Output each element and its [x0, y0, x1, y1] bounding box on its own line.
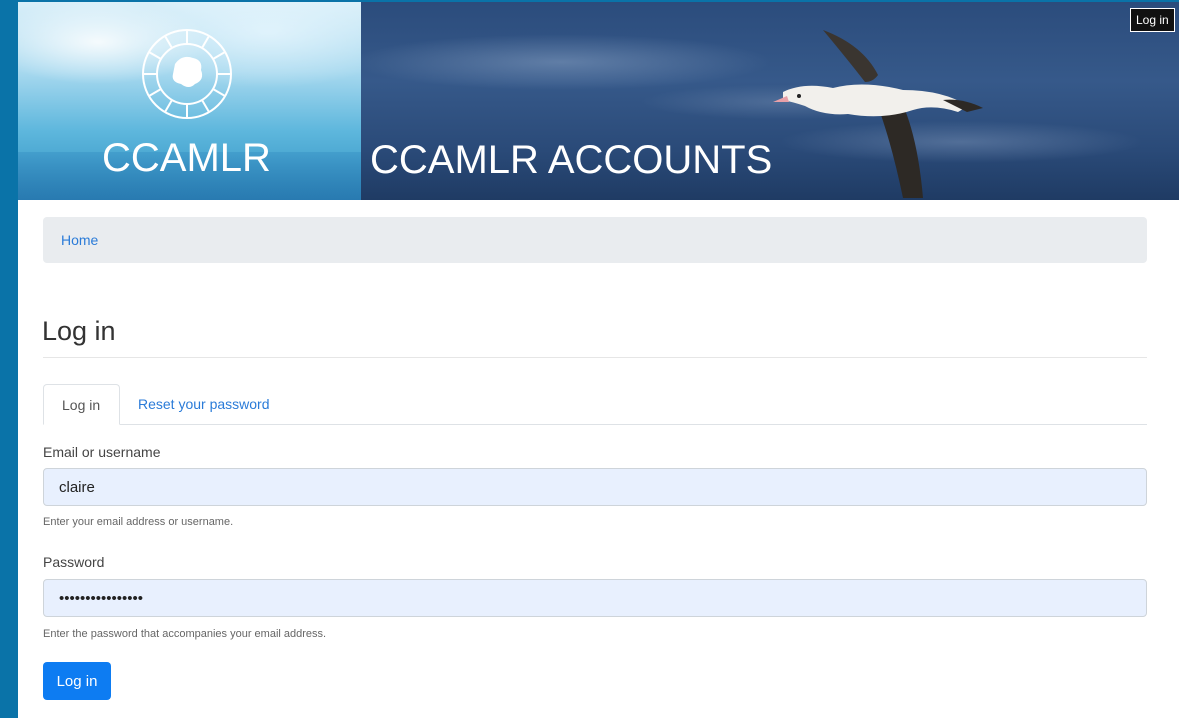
page: CCAMLR CCAMLR ACCOUNTS Log in Home Log i…	[18, 2, 1179, 718]
header-login-button[interactable]: Log in	[1130, 8, 1175, 32]
page-title: Log in	[42, 316, 116, 346]
username-input[interactable]	[43, 468, 1147, 506]
username-label: Email or username	[43, 444, 161, 460]
ccamlr-logo-icon	[142, 29, 232, 119]
tab-reset-password[interactable]: Reset your password	[120, 384, 288, 424]
header-banner: CCAMLR CCAMLR ACCOUNTS Log in	[18, 2, 1179, 200]
tab-log-in[interactable]: Log in	[43, 384, 120, 425]
breadcrumb-home-link[interactable]: Home	[61, 232, 98, 248]
username-help-text: Enter your email address or username.	[43, 516, 234, 528]
tab-bar: Log in Reset your password	[43, 384, 1147, 425]
login-submit-button[interactable]: Log in	[43, 662, 111, 700]
password-input[interactable]	[43, 579, 1147, 617]
site-title: CCAMLR ACCOUNTS	[370, 138, 773, 182]
logo-text: CCAMLR	[102, 136, 271, 180]
breadcrumb: Home	[43, 217, 1147, 263]
password-label: Password	[43, 554, 105, 570]
albatross-image	[773, 30, 983, 198]
title-divider	[43, 357, 1147, 358]
password-help-text: Enter the password that accompanies your…	[43, 628, 327, 640]
